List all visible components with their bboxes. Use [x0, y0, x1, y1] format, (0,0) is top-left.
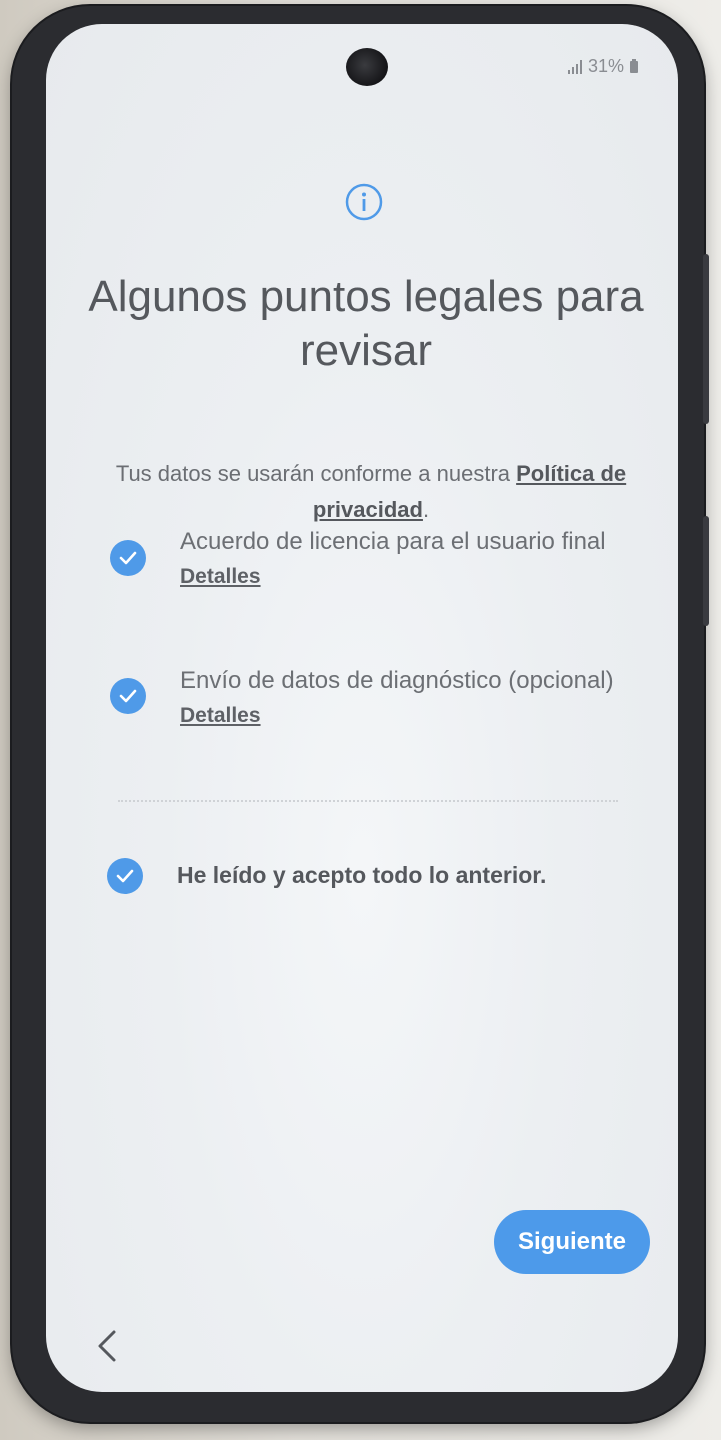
phone-body: 31% Algunos puntos legales para revisar … [12, 6, 709, 1422]
diagnostics-item: Envío de datos de diagnóstico (opcional)… [180, 665, 620, 731]
check-icon [119, 551, 137, 565]
next-button[interactable]: Siguiente [494, 1210, 650, 1274]
volume-button [703, 254, 709, 424]
page-title: Algunos puntos legales para revisar [88, 272, 644, 375]
back-icon[interactable] [92, 1326, 120, 1366]
accept-all-checkbox[interactable] [107, 858, 143, 894]
diagnostics-checkbox[interactable] [110, 678, 146, 714]
check-icon [116, 869, 134, 883]
divider [118, 800, 618, 802]
signal-icon [567, 59, 582, 74]
diagnostics-label: Envío de datos de diagnóstico (opcional) [180, 667, 614, 694]
front-camera [346, 48, 388, 86]
intro-end: . [422, 497, 430, 522]
status-bar: 31% [567, 56, 638, 77]
battery-icon [630, 58, 638, 73]
eula-item: Acuerdo de licencia para el usuario fina… [180, 526, 620, 592]
info-icon [345, 183, 383, 221]
accept-all-label[interactable]: He leído y acepto todo lo anterior. [177, 862, 637, 889]
privacy-intro: Tus datos se usarán conforme a nuestra P… [96, 456, 646, 528]
power-button [703, 516, 709, 626]
check-icon [119, 689, 137, 703]
battery-percent: 31% [587, 56, 624, 76]
eula-details-link[interactable]: Detalles [180, 561, 261, 592]
intro-text: Tus datos se usarán conforme a nuestra [115, 461, 517, 486]
diagnostics-details-link[interactable]: Detalles [180, 700, 261, 731]
eula-label: Acuerdo de licencia para el usuario fina… [180, 528, 606, 555]
screen: 31% Algunos puntos legales para revisar … [46, 24, 678, 1392]
eula-checkbox[interactable] [110, 540, 146, 576]
